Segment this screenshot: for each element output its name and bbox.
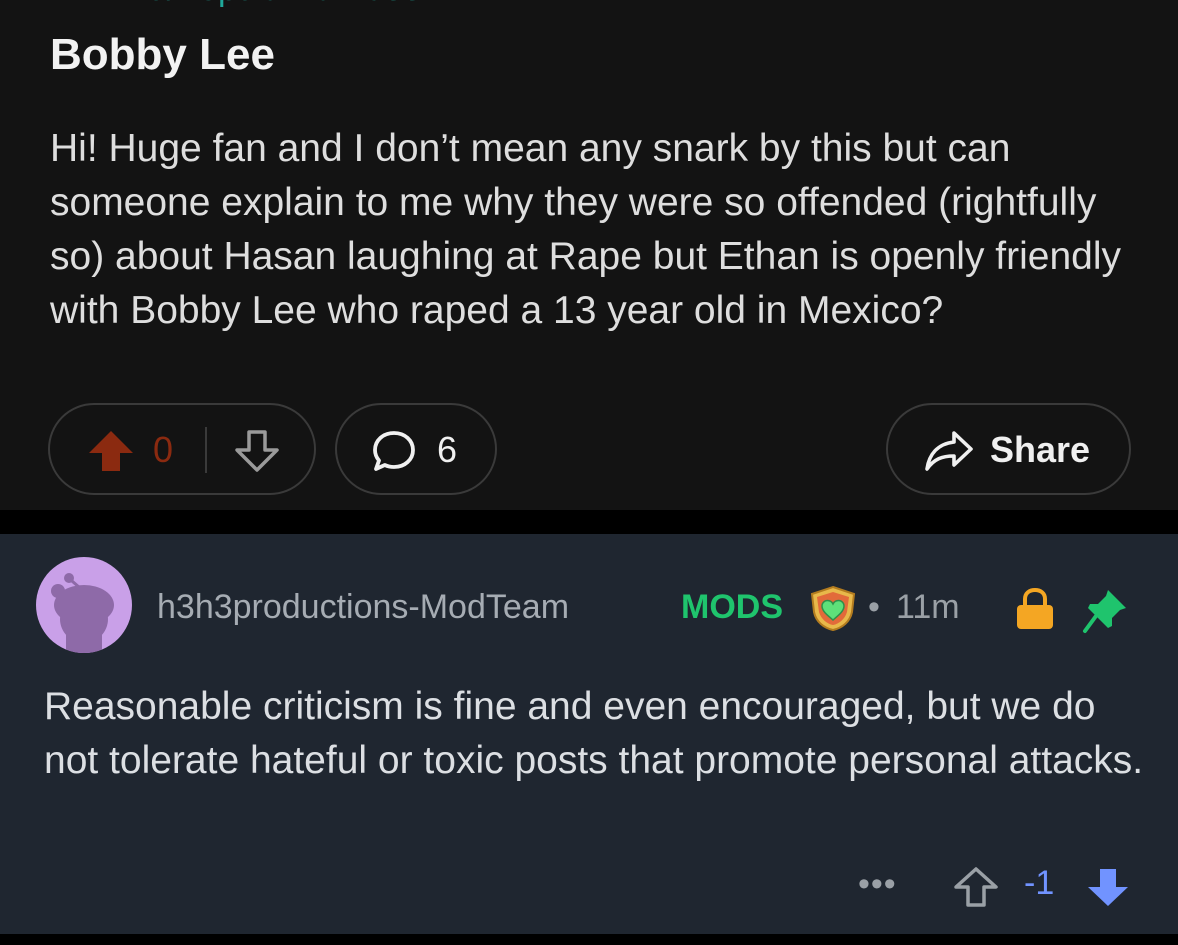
vote-divider <box>205 427 207 473</box>
lock-icon <box>1017 587 1053 629</box>
post-header-partial: u/PopularBar4988 · 12m <box>148 0 518 9</box>
comment-downvote-icon[interactable] <box>1085 866 1131 908</box>
mod-shield-badge-icon <box>810 585 856 632</box>
snoo-avatar-icon <box>51 573 114 653</box>
comment-card: h3h3productions-ModTeam MODS • 11m Reaso… <box>0 534 1178 934</box>
upvote-arrow-icon[interactable] <box>86 429 136 473</box>
meta-separator: • <box>868 588 880 626</box>
post-vote-count: 0 <box>153 429 174 470</box>
avatar[interactable] <box>36 557 132 653</box>
post-card: u/PopularBar4988 · 12m Bobby Lee Hi! Hug… <box>0 0 1178 510</box>
comments-button[interactable]: 6 <box>335 403 497 495</box>
share-button[interactable]: Share <box>886 403 1131 495</box>
downvote-arrow-icon[interactable] <box>234 429 280 473</box>
vote-control: 0 <box>48 403 316 495</box>
mods-flair: MODS <box>681 588 783 626</box>
comment-bubble-icon <box>373 431 415 471</box>
comment-score: -1 <box>1024 864 1055 902</box>
comment-upvote-icon[interactable] <box>953 866 999 908</box>
post-body: Hi! Huge fan and I don’t mean any snark … <box>50 127 1122 332</box>
section-gap <box>0 510 1178 534</box>
post-title[interactable]: Bobby Lee <box>50 30 275 80</box>
pin-icon <box>1083 590 1126 633</box>
share-label: Share <box>990 429 1091 470</box>
comment-count: 6 <box>437 429 458 470</box>
comment-body: Reasonable criticism is fine and even en… <box>44 685 1144 782</box>
comment-timestamp: 11m <box>896 588 960 626</box>
more-options-icon[interactable]: ••• <box>858 865 897 904</box>
comment-username[interactable]: h3h3productions-ModTeam <box>157 588 569 627</box>
share-arrow-icon <box>925 431 973 471</box>
